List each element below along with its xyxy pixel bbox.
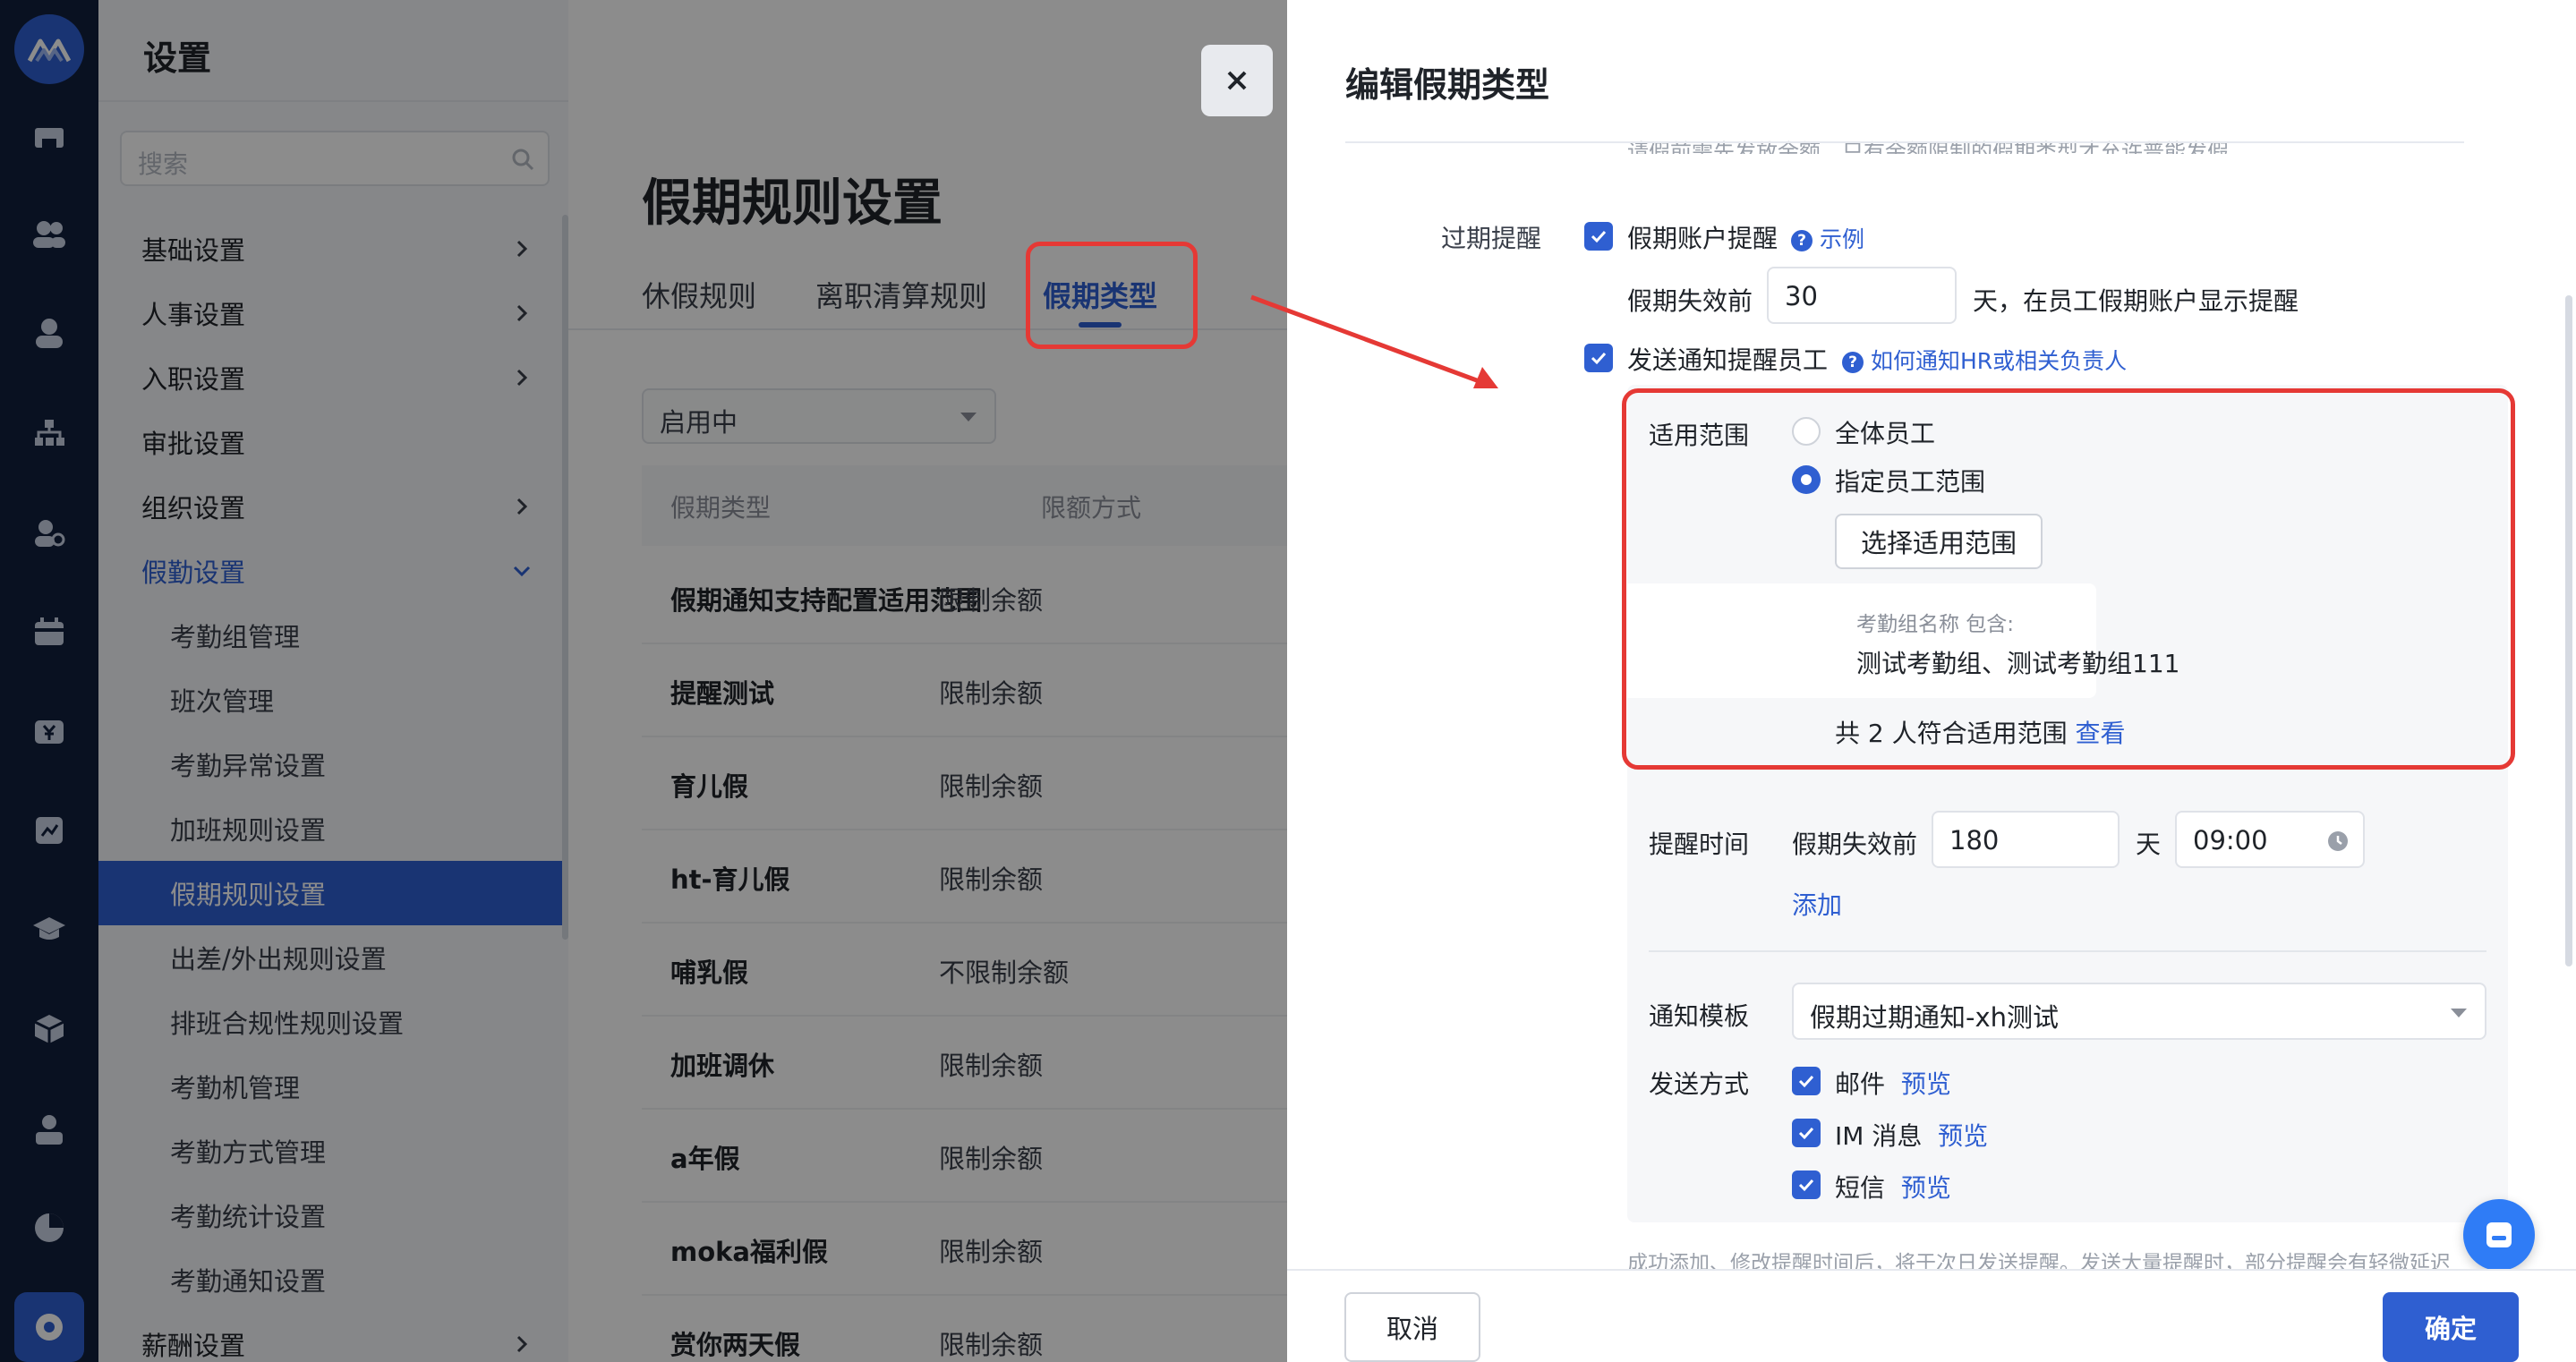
truncated-hint: 请假前需先发放余额，只有余额限制的假期类型才允许普能发假 — [1627, 140, 2229, 154]
help-icon: ? — [1842, 352, 1864, 373]
modal-overlay[interactable] — [0, 0, 1287, 1362]
template-select[interactable]: 假期过期通知-xh测试 — [1792, 983, 2486, 1040]
email-checkbox[interactable] — [1792, 1067, 1821, 1095]
cancel-button[interactable]: 取消 — [1344, 1292, 1480, 1362]
reminder-time-label: 提醒时间 — [1649, 830, 1750, 859]
clock-icon — [2328, 831, 2348, 851]
drawer-scrollbar[interactable] — [2565, 295, 2572, 966]
before-expiry-label: 假期失效前 — [1627, 286, 1753, 316]
annotation-arrow — [1250, 294, 1498, 388]
template-label: 通知模板 — [1649, 1001, 1750, 1031]
add-reminder-link[interactable]: 添加 — [1792, 886, 1842, 922]
account-reminder-checkbox[interactable] — [1584, 222, 1613, 251]
days-suffix: 天，在员工假期账户显示提醒 — [1973, 286, 2299, 316]
reminder-day-unit: 天 — [2136, 830, 2162, 859]
close-icon — [1227, 71, 1247, 90]
chat-icon — [2486, 1222, 2512, 1247]
sms-checkbox[interactable] — [1792, 1170, 1821, 1199]
im-checkbox[interactable] — [1792, 1119, 1821, 1147]
drawer-footer: 取消 确定 — [1287, 1269, 2576, 1362]
help-icon: ? — [1791, 230, 1813, 251]
reminder-before-label: 假期失效前 — [1792, 830, 1918, 859]
sms-method: 短信 预览 — [1835, 1173, 1951, 1203]
panel-divider — [1649, 950, 2486, 952]
chat-fab-button[interactable] — [2463, 1199, 2535, 1271]
im-method: IM 消息 预览 — [1835, 1121, 1989, 1151]
send-method-label: 发送方式 — [1649, 1069, 1750, 1099]
email-preview-link[interactable]: 预览 — [1901, 1069, 1951, 1099]
drawer-divider — [1345, 141, 2464, 143]
confirm-button[interactable]: 确定 — [2383, 1292, 2519, 1362]
reminder-days-input[interactable]: 30 — [1767, 267, 1957, 324]
sms-preview-link[interactable]: 预览 — [1901, 1173, 1951, 1203]
drawer-title: 编辑假期类型 — [1345, 65, 1550, 105]
expiry-reminder-label: 过期提醒 — [1441, 224, 1542, 253]
reminder-days-field[interactable]: 180 — [1932, 811, 2120, 868]
highlight-box — [1622, 388, 2515, 770]
chevron-down-icon — [2451, 1009, 2467, 1017]
tab-highlight-box — [1026, 242, 1198, 349]
close-drawer-button[interactable] — [1201, 45, 1273, 116]
notify-hr-help-link[interactable]: ? 如何通知HR或相关负责人 — [1842, 344, 2127, 376]
account-reminder-label: 假期账户提醒 — [1627, 224, 1778, 253]
reminder-time-picker[interactable]: 09:00 — [2175, 811, 2365, 868]
im-preview-link[interactable]: 预览 — [1938, 1121, 1988, 1151]
email-method: 邮件 预览 — [1835, 1069, 1951, 1099]
notify-employee-checkbox[interactable] — [1584, 344, 1613, 372]
example-link[interactable]: ? 示例 — [1791, 222, 1864, 254]
notify-employee-label: 发送通知提醒员工 — [1627, 345, 1829, 375]
